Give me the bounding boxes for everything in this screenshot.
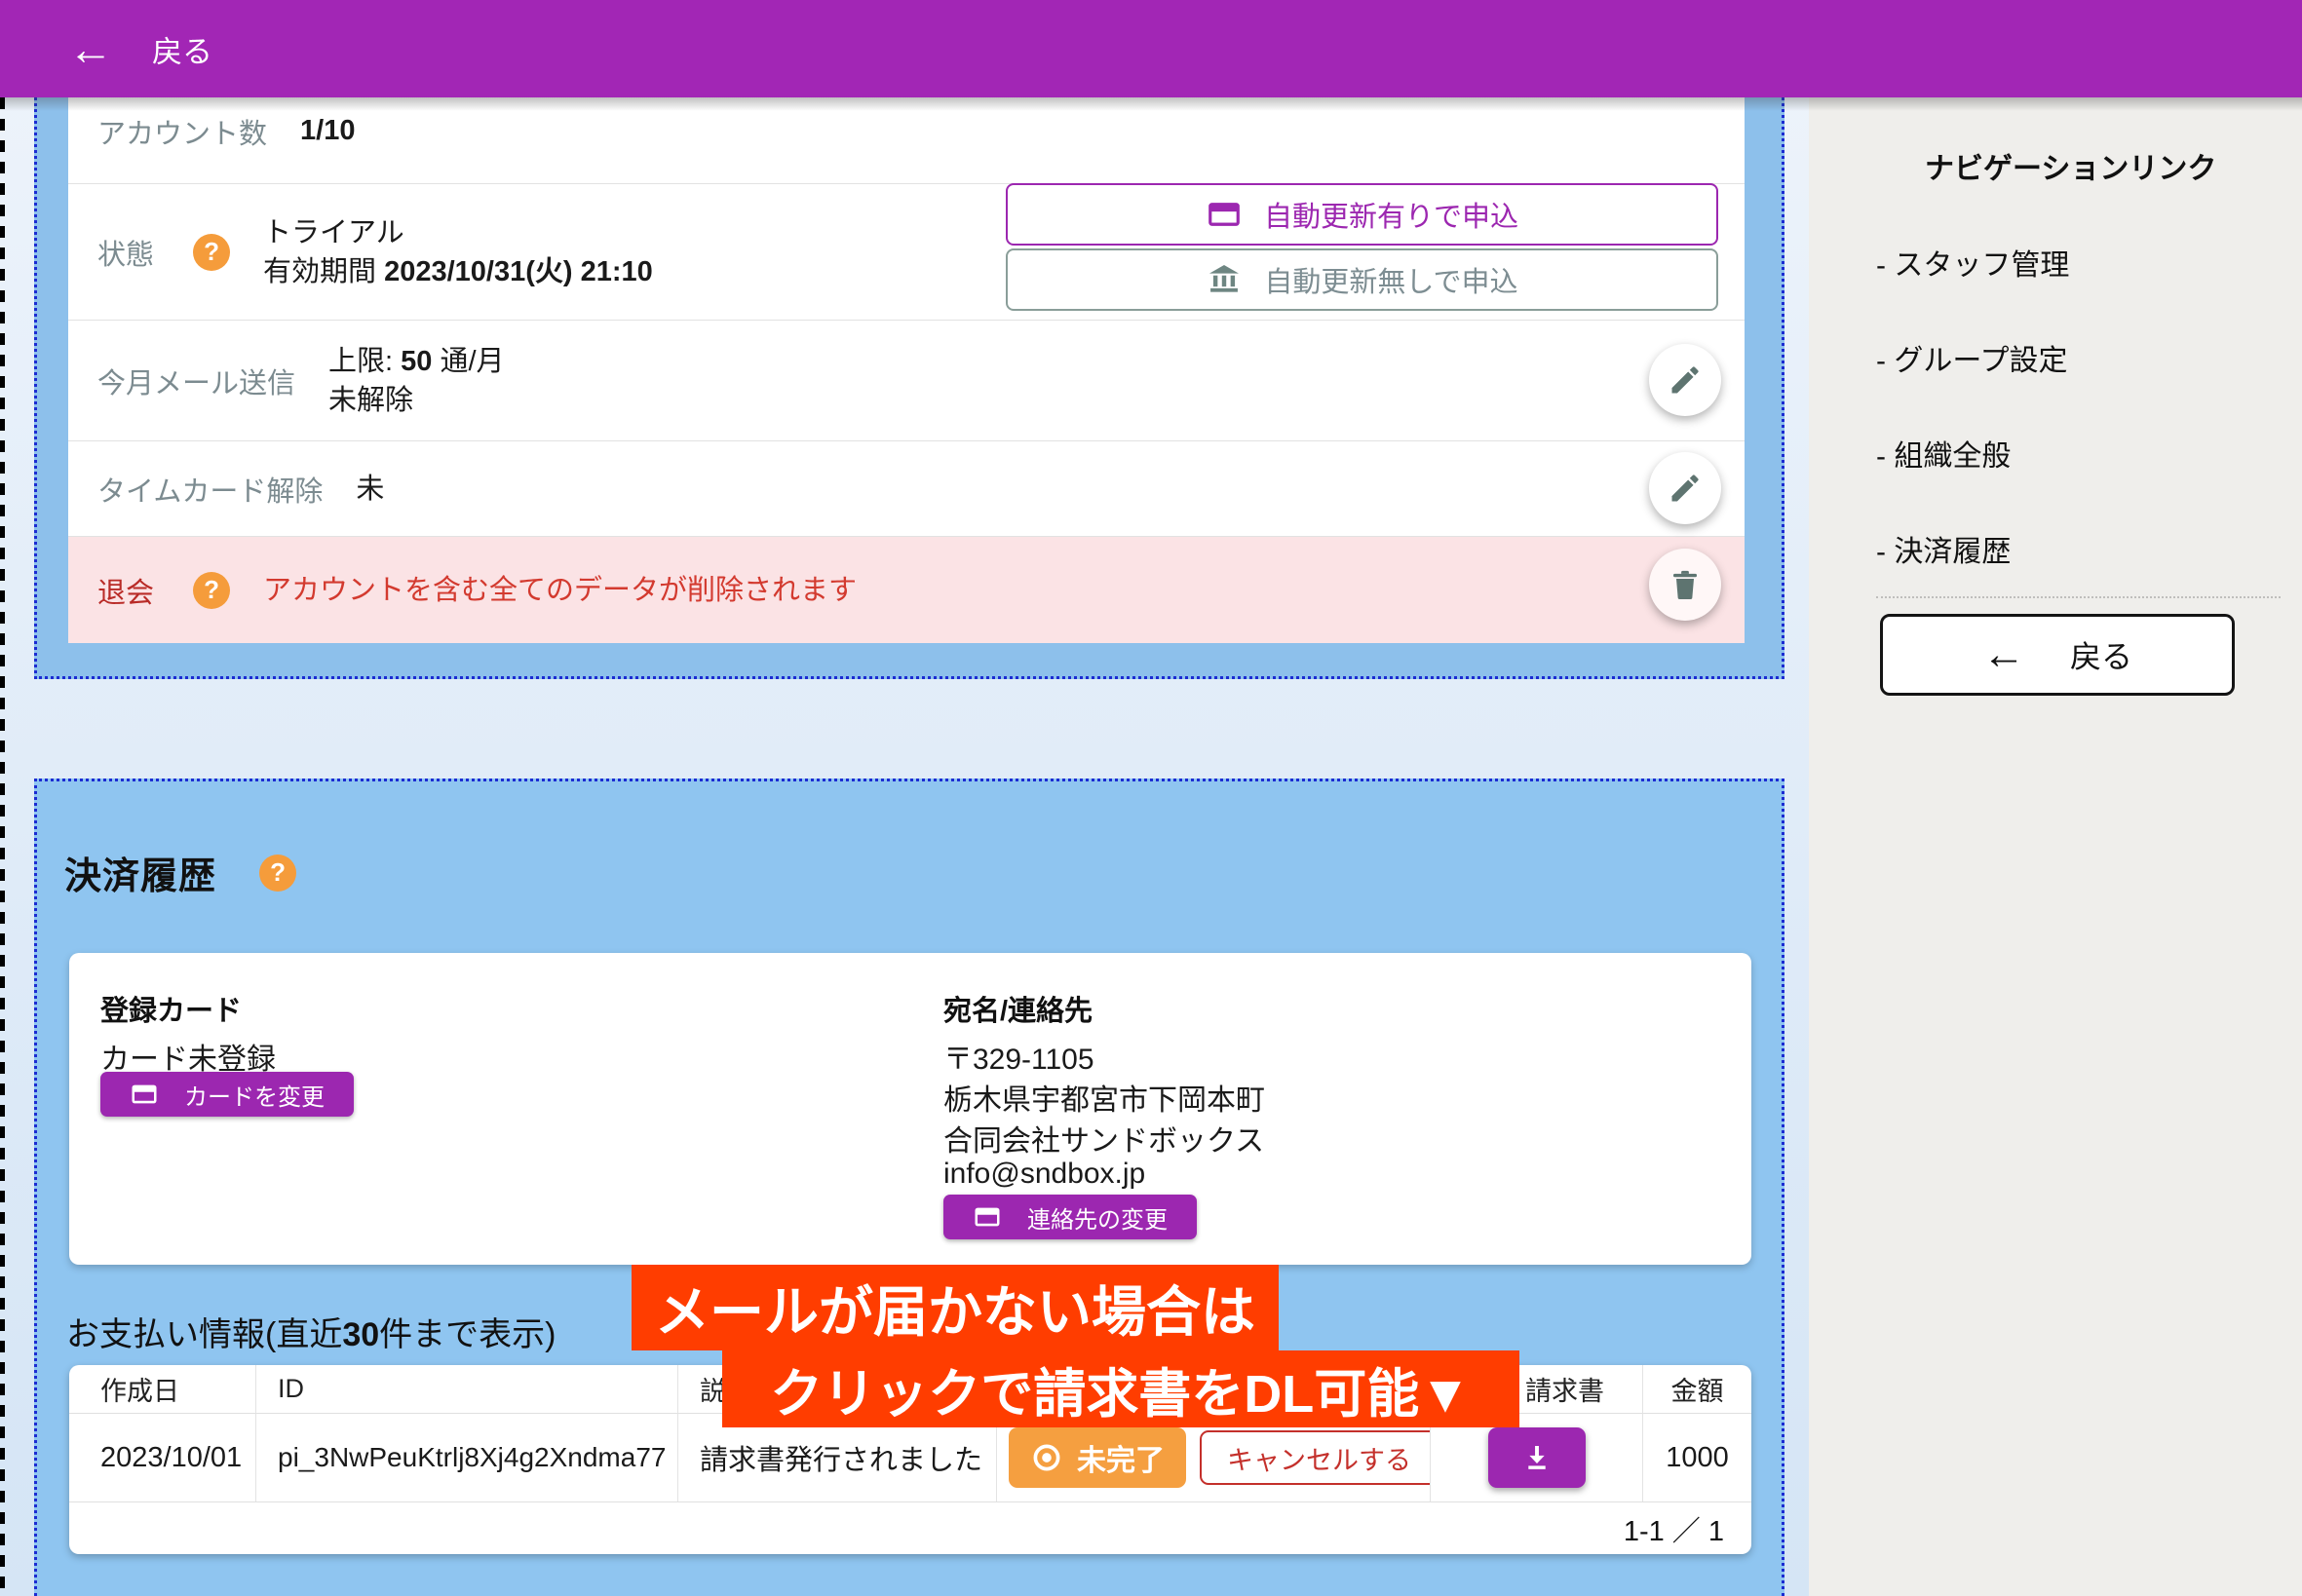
payment-history-panel: 決済履歴 ? 登録カード カード未登録 カードを変更 宛名/連絡先 〒329-1…	[34, 779, 1784, 1596]
billing-contact-card: 登録カード カード未登録 カードを変更 宛名/連絡先 〒329-1105 栃木県…	[69, 953, 1751, 1265]
download-icon	[1519, 1440, 1554, 1475]
sidebar-items: - スタッフ管理 - グループ設定 - 組織全般 - 決済履歴	[1876, 241, 2069, 623]
sidebar-item-group-settings[interactable]: - グループ設定	[1876, 336, 2069, 432]
payment-info-title: お支払い情報(直近30件まで表示)	[66, 1308, 556, 1355]
left-edge-dashes	[0, 97, 5, 1596]
contact-company: 合同会社サンドボックス	[943, 1117, 1264, 1159]
payment-help-icon[interactable]: ?	[259, 855, 296, 892]
status-incomplete-label: 未完了	[1077, 1436, 1165, 1479]
back-arrow-icon: ←	[68, 26, 113, 71]
edit-mail-quota-button[interactable]	[1649, 344, 1721, 416]
apply-auto-renew-off-button[interactable]: 自動更新無しで申込	[1006, 248, 1718, 311]
account-settings-panel: アカウント数 1/10 状態 ? トライアル 有効期間 2023/10/31(火…	[34, 97, 1784, 679]
change-card-label: カードを変更	[184, 1078, 325, 1112]
contact-title: 宛名/連絡先	[943, 988, 1093, 1029]
cell-created: 2023/10/01	[69, 1414, 256, 1501]
col-amount: 金額	[1643, 1365, 1751, 1414]
payment-info-title-suffix: 件まで表示)	[379, 1316, 556, 1353]
credit-card-icon	[973, 1202, 1002, 1232]
pencil-icon	[1668, 362, 1703, 398]
col-created: 作成日	[69, 1365, 256, 1414]
contact-postal-code: 〒329-1105	[943, 1035, 1094, 1078]
mail-quota-label: 今月メール送信	[97, 361, 295, 401]
sidebar-back-button[interactable]: ← 戻る	[1880, 614, 2235, 696]
cancel-payment-button[interactable]: キャンセルする	[1200, 1430, 1431, 1485]
sidebar-item-staff-management[interactable]: - スタッフ管理	[1876, 241, 2069, 336]
pagination: 1-1 ／ 1	[1624, 1508, 1724, 1549]
account-count-value: 1/10	[300, 111, 355, 150]
account-count-label: アカウント数	[97, 111, 267, 152]
withdraw-warning: アカウントを含む全てのデータが削除されます	[263, 571, 857, 610]
cell-amount: 1000	[1643, 1414, 1751, 1501]
header-shadow	[0, 97, 2302, 111]
edit-timecard-button[interactable]	[1649, 452, 1721, 524]
pencil-icon	[1668, 471, 1703, 506]
annotation-line2: クリックで請求書をDL可能▼	[722, 1350, 1519, 1427]
valid-period-value: 2023/10/31(火) 21:10	[384, 256, 653, 287]
mail-unlock-status: 未解除	[328, 381, 505, 420]
sidebar-item-payment-history[interactable]: - 決済履歴	[1876, 527, 2069, 623]
plan-name: トライアル	[263, 213, 653, 252]
apply-buttons: 自動更新有りで申込 自動更新無しで申込	[1006, 183, 1718, 311]
header-back-label: 戻る	[152, 27, 212, 71]
payment-info-title-count: 30	[342, 1316, 379, 1353]
status-help-icon[interactable]: ?	[193, 234, 230, 271]
apply-auto-renew-on-label: 自動更新有りで申込	[1264, 194, 1518, 235]
timecard-value: 未	[356, 470, 384, 509]
change-card-button[interactable]: カードを変更	[100, 1072, 354, 1117]
record-dot-icon	[1030, 1441, 1063, 1474]
timecard-label: タイムカード解除	[97, 469, 323, 510]
sidebar-back-label: 戻る	[2070, 632, 2132, 677]
sidebar-title: ナビゲーションリンク	[1925, 144, 2216, 187]
withdraw-delete-button[interactable]	[1649, 549, 1721, 621]
withdraw-help-icon[interactable]: ?	[193, 572, 230, 609]
status-incomplete-badge: 未完了	[1009, 1427, 1186, 1488]
payment-info-title-prefix: お支払い情報(直近	[66, 1316, 342, 1353]
status-label: 状態	[97, 232, 154, 273]
contact-email: info@sndbox.jp	[943, 1158, 1145, 1191]
withdraw-label: 退会	[97, 570, 154, 611]
change-contact-label: 連絡先の変更	[1027, 1200, 1168, 1235]
contact-address: 栃木県宇都宮市下岡本町	[943, 1076, 1265, 1119]
withdraw-row: 退会 ? アカウントを含む全てのデータが削除されます	[68, 536, 1745, 643]
navigation-sidebar: ナビゲーションリンク - スタッフ管理 - グループ設定 - 組織全般 - 決済…	[1809, 97, 2302, 1596]
apply-auto-renew-on-button[interactable]: 自動更新有りで申込	[1006, 183, 1718, 246]
payment-table-footer: 1-1 ／ 1	[69, 1501, 1751, 1554]
valid-period-label: 有効期間	[263, 256, 376, 287]
page: ← 戻る アカウント数 1/10 状態 ? トライアル 有効期間 2023	[0, 0, 2302, 1596]
account-settings-card: アカウント数 1/10 状態 ? トライアル 有効期間 2023/10/31(火…	[68, 97, 1745, 643]
header-back-button[interactable]: ← 戻る	[68, 26, 212, 71]
timecard-row: タイムカード解除 未	[68, 440, 1745, 536]
col-id: ID	[256, 1365, 678, 1414]
annotation-line1: メールが届かない場合は	[632, 1265, 1279, 1350]
sidebar-item-organization[interactable]: - 組織全般	[1876, 432, 2069, 527]
trash-icon	[1668, 567, 1703, 602]
sidebar-divider	[1876, 596, 2281, 598]
credit-card-icon	[1206, 196, 1243, 233]
bank-icon	[1206, 261, 1243, 298]
credit-card-icon	[130, 1080, 159, 1109]
payment-history-title: 決済履歴	[64, 846, 216, 899]
mail-limit-prefix: 上限:	[328, 346, 393, 377]
back-arrow-icon: ←	[1982, 633, 2025, 676]
mail-quota-row: 今月メール送信 上限: 50 通/月 未解除	[68, 320, 1745, 440]
cell-id: pi_3NwPeuKtrlj8Xj4g2Xndma77	[256, 1414, 678, 1501]
apply-auto-renew-off-label: 自動更新無しで申込	[1264, 259, 1517, 300]
mail-limit-suffix: 通/月	[440, 346, 504, 377]
change-contact-button[interactable]: 連絡先の変更	[943, 1195, 1197, 1239]
download-invoice-button[interactable]	[1488, 1427, 1586, 1488]
app-header: ← 戻る	[0, 0, 2302, 97]
registered-card-title: 登録カード	[100, 988, 242, 1029]
mail-limit-value: 50	[401, 346, 432, 377]
